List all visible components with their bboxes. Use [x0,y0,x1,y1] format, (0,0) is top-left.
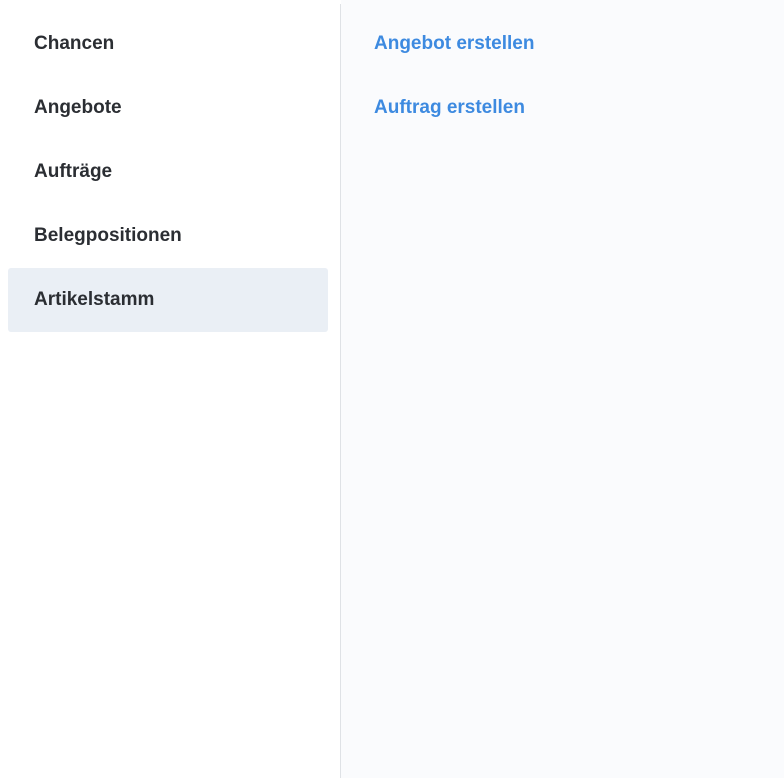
sidebar-item-label: Chancen [34,33,115,54]
sidebar-item-label: Belegpositionen [34,225,182,246]
sidebar: Chancen Angebote Aufträge Belegpositione… [0,0,340,778]
action-list: Angebot erstellen Auftrag erstellen [374,12,534,140]
sidebar-item-label: Artikelstamm [34,289,155,310]
sidebar-item-label: Aufträge [34,161,113,182]
app-root: Chancen Angebote Aufträge Belegpositione… [0,0,784,778]
sidebar-item-belegpositionen[interactable]: Belegpositionen [8,204,328,268]
sidebar-item-angebote[interactable]: Angebote [8,76,328,140]
sidebar-item-auftraege[interactable]: Aufträge [8,140,328,204]
create-order-link[interactable]: Auftrag erstellen [374,76,534,140]
sidebar-item-label: Angebote [34,97,122,118]
sidebar-nav: Chancen Angebote Aufträge Belegpositione… [8,12,328,332]
create-offer-link[interactable]: Angebot erstellen [374,12,534,76]
main-panel: Angebot erstellen Auftrag erstellen [341,0,784,778]
sidebar-item-chancen[interactable]: Chancen [8,12,328,76]
sidebar-item-artikelstamm[interactable]: Artikelstamm [8,268,328,332]
